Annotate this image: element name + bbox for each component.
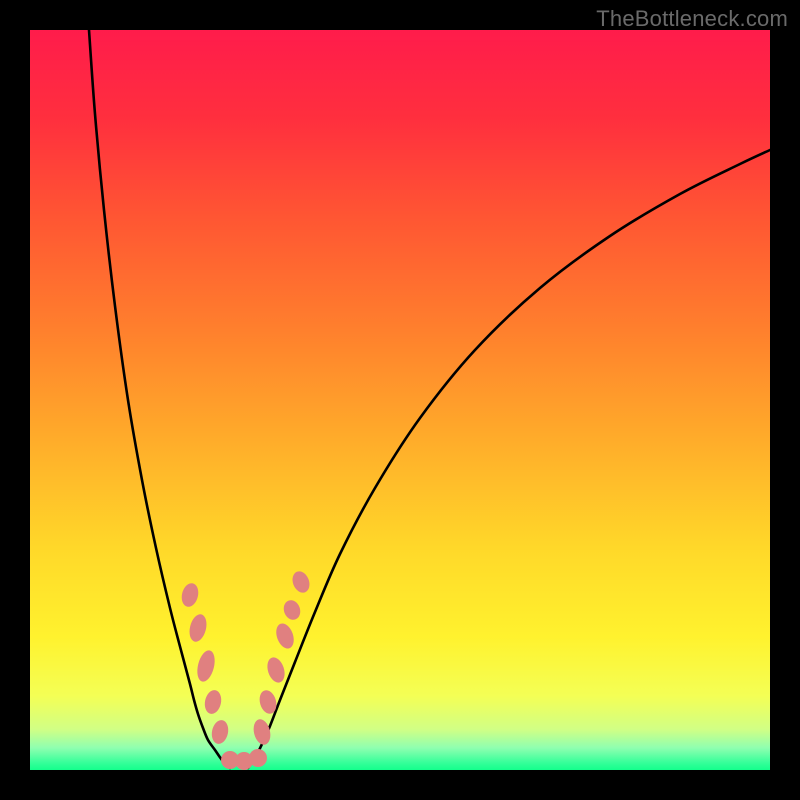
plot-area [30,30,770,770]
gradient-background [30,30,770,770]
watermark-text: TheBottleneck.com [596,6,788,32]
marker-dot [249,749,267,767]
plot-svg [30,30,770,770]
chart-frame: TheBottleneck.com [0,0,800,800]
